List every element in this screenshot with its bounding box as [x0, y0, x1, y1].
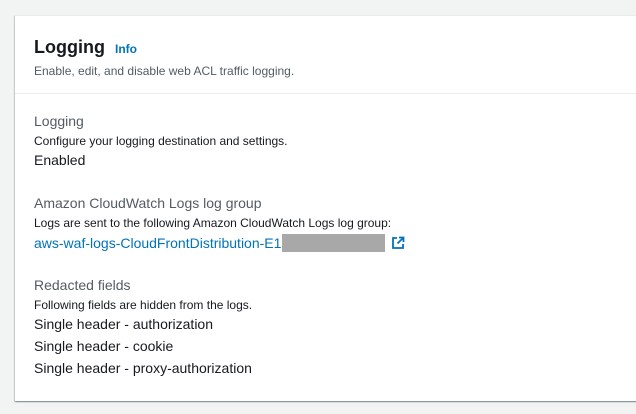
logging-panel: Logging Info Enable, edit, and disable w…: [15, 15, 636, 401]
redacted-fields-description: Following fields are hidden from the log…: [34, 298, 253, 312]
redacted-field-item: Single header - authorization: [34, 316, 214, 332]
title-row: Logging Info: [34, 16, 636, 58]
log-group-description: Logs are sent to the following Amazon Cl…: [34, 216, 392, 230]
panel-title: Logging: [34, 37, 105, 57]
logging-description: Configure your logging destination and s…: [34, 134, 288, 148]
redacted-block: [282, 234, 386, 252]
redacted-fields-field: Redacted fields Following fields are hid…: [34, 276, 252, 379]
panel-description: Enable, edit, and disable web ACL traffi…: [34, 64, 295, 78]
redacted-field-item: Single header - cookie: [34, 338, 174, 354]
logging-status-value: Enabled: [34, 152, 86, 168]
log-group-label: Amazon CloudWatch Logs log group: [34, 195, 262, 211]
redacted-fields-label: Redacted fields: [34, 277, 131, 293]
redacted-field-item: Single header - proxy-authorization: [34, 360, 252, 376]
external-link-icon[interactable]: [391, 236, 405, 250]
log-group-link-row: aws-waf-logs-CloudFrontDistribution-E1: [34, 233, 405, 253]
logging-label: Logging: [34, 113, 84, 129]
log-group-link[interactable]: aws-waf-logs-CloudFrontDistribution-E1: [34, 235, 281, 251]
logging-status-field: Logging Configure your logging destinati…: [34, 112, 288, 169]
info-link[interactable]: Info: [115, 42, 137, 56]
log-group-field: Amazon CloudWatch Logs log group Logs ar…: [34, 194, 405, 253]
redacted-fields-list: Single header - authorization Single hea…: [34, 313, 252, 379]
panel-header: Logging Info Enable, edit, and disable w…: [15, 16, 636, 94]
